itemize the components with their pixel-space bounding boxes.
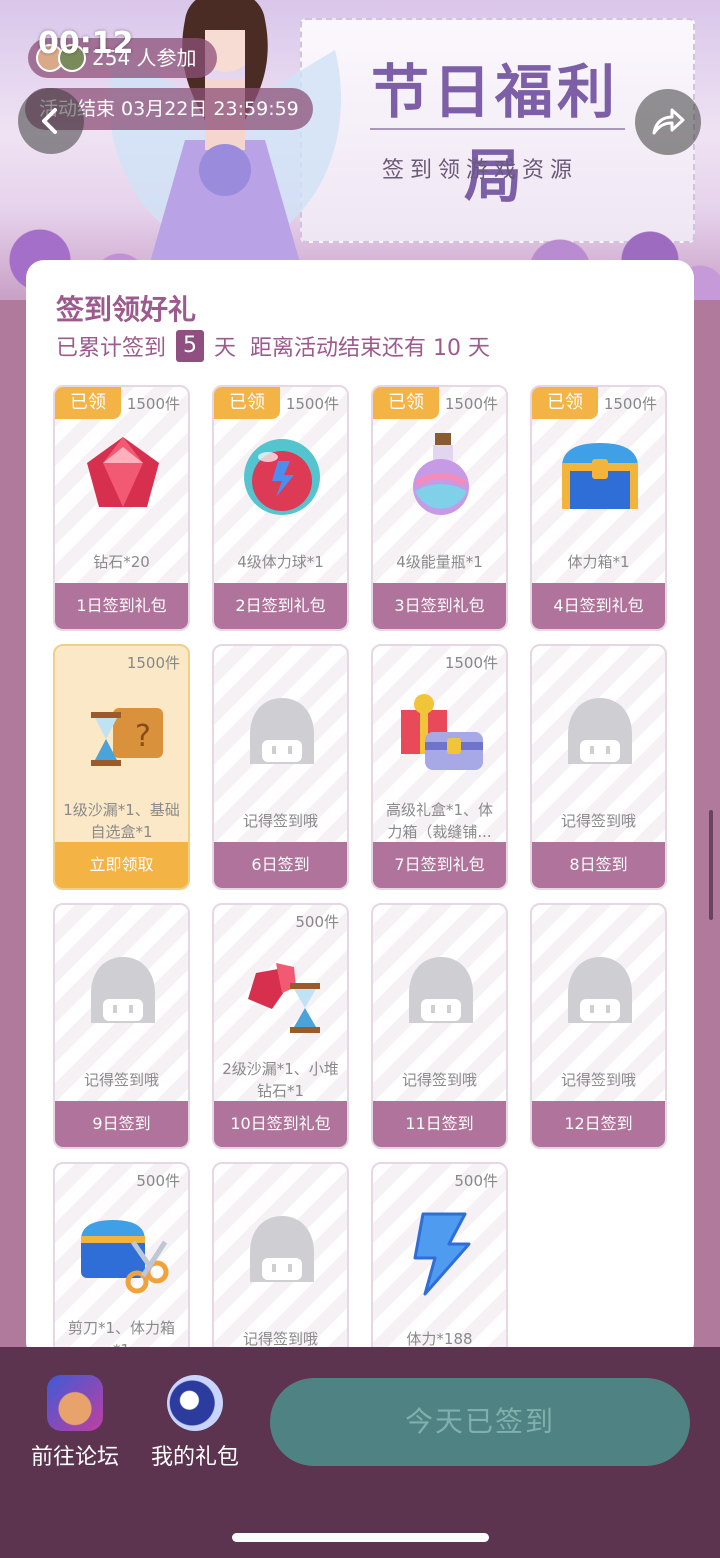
tile-footer: 1日签到礼包 [55, 583, 188, 629]
stock-count: 500件 [136, 1172, 180, 1190]
back-button[interactable] [18, 88, 84, 154]
forum-label: 前往论坛 [30, 1445, 119, 1470]
tile-footer: 6日签到 [214, 842, 347, 888]
tile-footer: 11日签到 [373, 1101, 506, 1147]
chest-icon [562, 443, 638, 509]
reward-desc: 记得签到哦 [560, 812, 636, 830]
remaining-days: 距离活动结束还有 10 天 [250, 336, 491, 361]
stock-count: 1500件 [285, 395, 339, 413]
stock-count: 500件 [295, 913, 339, 931]
claimed-tag: 已领 [55, 387, 121, 419]
share-button[interactable] [635, 89, 701, 155]
reward-desc: 钻石*20 [93, 553, 150, 571]
banner-subtitle: 签到领游戏资源 [381, 158, 578, 183]
placeholder-avatar-icon [250, 1216, 314, 1282]
claim-now-button[interactable]: 立即领取 [55, 842, 188, 888]
tile-footer: 2日签到礼包 [214, 583, 347, 629]
reward-tile-day-12[interactable]: 记得签到哦 12日签到 [530, 903, 667, 1149]
reward-desc: 记得签到哦 [83, 1071, 159, 1089]
share-icon [652, 108, 685, 135]
claimed-tag: 已领 [214, 387, 280, 419]
signin-progress: 已累计签到 5 天 距离活动结束还有 10 天 [56, 330, 490, 362]
tile-footer: 12日签到 [532, 1101, 665, 1147]
tile-footer: 8日签到 [532, 842, 665, 888]
reward-tile-day-2[interactable]: 已领 1500件 4级体力球*1 2日签到礼包 [212, 385, 349, 631]
reward-desc: 记得签到哦 [242, 812, 318, 830]
chevron-left-icon [42, 108, 57, 134]
gem-icon [87, 437, 159, 507]
my-gifts-link[interactable]: 我的礼包 [135, 1375, 255, 1471]
reward-desc: 记得签到哦 [560, 1071, 636, 1089]
reward-desc: 1级沙漏*1、基础自选盒*1 [63, 801, 180, 841]
stock-count: 1500件 [126, 395, 180, 413]
gift-chest-icon [401, 694, 483, 770]
reward-tile-day-5[interactable]: 1500件 ? 1级沙漏*1、基础自选盒*1 立即领取 [53, 644, 190, 890]
reward-tile-day-3[interactable]: 已领 1500件 4级能量瓶*1 3日签到礼包 [371, 385, 508, 631]
potion-icon [413, 433, 469, 515]
status-bar-time: 00:12 [38, 26, 134, 61]
reward-tile-day-6[interactable]: 记得签到哦 6日签到 [212, 644, 349, 890]
placeholder-avatar-icon [91, 957, 155, 1023]
tile-footer: 10日签到礼包 [214, 1101, 347, 1147]
banner-divider [370, 128, 625, 130]
my-gifts-label: 我的礼包 [150, 1445, 239, 1470]
tile-footer: 7日签到礼包 [373, 842, 506, 888]
reward-tile-day-1[interactable]: 已领 1500件 钻石*20 1日签到礼包 [53, 385, 190, 631]
scissors-chest-icon [81, 1220, 169, 1294]
reward-desc: 4级能量瓶*1 [396, 553, 483, 571]
reward-desc: 2级沙漏*1、小堆钻石*1 [222, 1060, 339, 1100]
stock-count: 1500件 [126, 654, 180, 672]
reward-desc: 记得签到哦 [401, 1071, 477, 1089]
gift-robot-icon [167, 1375, 223, 1431]
reward-tile-day-4[interactable]: 已领 1500件 体力箱*1 4日签到礼包 [530, 385, 667, 631]
stock-count: 1500件 [444, 395, 498, 413]
reward-desc: 高级礼盒*1、体力箱（裁缝铺... [385, 801, 494, 841]
forum-icon [47, 1375, 103, 1431]
reward-tile-day-10[interactable]: 500件 2级沙漏*1、小堆钻石*1 10日签到礼包 [212, 903, 349, 1149]
stock-count: 1500件 [603, 395, 657, 413]
reward-grid: 已领 1500件 钻石*20 1日签到礼包 已领 1500件 4级体力球*1 2… [53, 385, 667, 1408]
placeholder-avatar-icon [568, 957, 632, 1023]
tile-footer: 9日签到 [55, 1101, 188, 1147]
placeholder-avatar-icon [409, 957, 473, 1023]
signed-today-button[interactable]: 今天已签到 [270, 1378, 690, 1466]
claimed-tag: 已领 [532, 387, 598, 419]
placeholder-avatar-icon [250, 698, 314, 764]
stock-count: 1500件 [444, 654, 498, 672]
gems-hourglass-icon [248, 963, 320, 1033]
lightning-icon [413, 1212, 471, 1296]
hourglass-box-icon: ? [91, 708, 163, 766]
progress-prefix: 已累计签到 [56, 336, 167, 361]
svg-text:?: ? [135, 719, 151, 754]
tile-footer: 4日签到礼包 [532, 583, 665, 629]
home-indicator[interactable] [232, 1533, 489, 1542]
reward-tile-day-11[interactable]: 记得签到哦 11日签到 [371, 903, 508, 1149]
energy-orb-icon [244, 439, 320, 515]
signed-days-count: 5 [176, 330, 205, 362]
signin-title: 签到领好礼 [56, 293, 197, 326]
reward-tile-day-8[interactable]: 记得签到哦 8日签到 [530, 644, 667, 890]
tile-footer: 3日签到礼包 [373, 583, 506, 629]
progress-unit: 天 [214, 336, 237, 361]
claimed-tag: 已领 [373, 387, 439, 419]
reward-tile-day-7[interactable]: 1500件 高级礼盒*1、体力箱（裁缝铺... 7日签到礼包 [371, 644, 508, 890]
reward-desc: 体力箱*1 [567, 553, 630, 571]
forum-link[interactable]: 前往论坛 [15, 1375, 135, 1471]
placeholder-avatar-icon [568, 698, 632, 764]
scrollbar[interactable] [709, 810, 713, 920]
reward-tile-day-9[interactable]: 记得签到哦 9日签到 [53, 903, 190, 1149]
reward-desc: 4级体力球*1 [237, 553, 324, 571]
stock-count: 500件 [454, 1172, 498, 1190]
